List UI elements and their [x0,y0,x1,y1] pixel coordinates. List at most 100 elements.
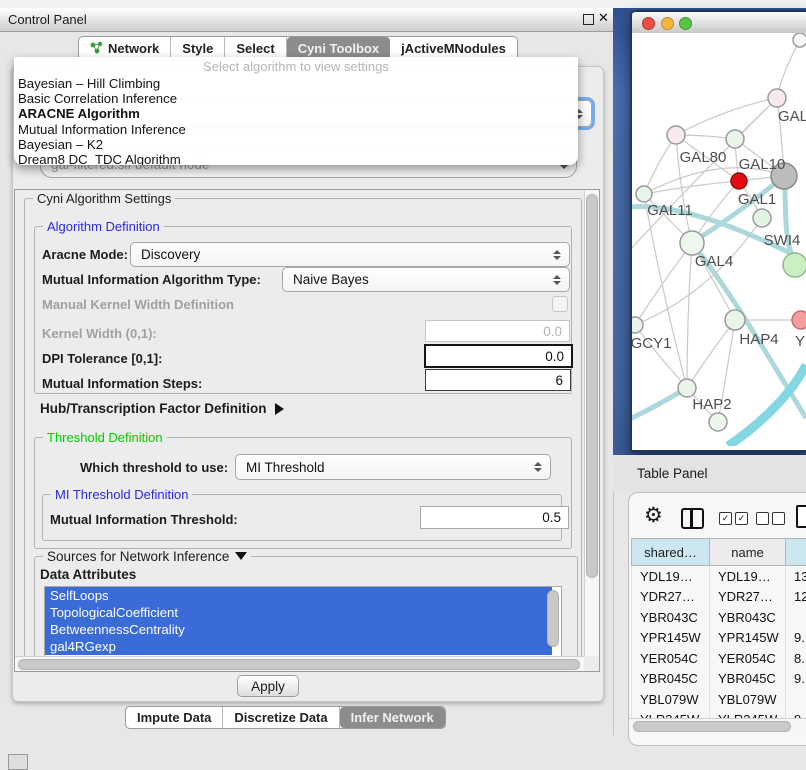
table-cell: YBR045C [632,669,710,690]
select-all-checkbox-icon[interactable]: ✓✓ [719,512,748,525]
docked-panel-icon[interactable] [8,754,28,770]
table-cell: YDL19… [632,566,710,587]
table-row[interactable]: YDR27…YDR27…12 [632,587,806,608]
tab-label: Style [182,41,213,56]
control-panel-titlebar [0,8,614,32]
node-label: HAP2 [692,396,731,413]
column-header[interactable] [786,539,806,566]
table-cell: YBR045C [710,669,786,690]
table-cell [786,689,806,710]
settings-hscrollbar-thumb[interactable] [18,659,580,670]
bottom-tabbar: Impute DataDiscretize DataInfer Network [125,706,446,729]
mi-type-combo[interactable]: Naive Bayes [282,267,570,292]
network-node-gcy1[interactable] [632,317,643,333]
hub-section-toggle[interactable]: Hub/Transcription Factor Definition [40,401,284,416]
table-row[interactable]: YDL19…YDL19…13 [632,566,806,587]
algorithm-option[interactable]: Mutual Information Inference [14,122,578,137]
sources-title[interactable]: Sources for Network Inference [43,549,251,564]
tab-discretize-data[interactable]: Discretize Data [223,707,339,728]
attribute-list-scrollbar[interactable] [547,590,559,647]
deselect-all-checkbox-icon[interactable] [756,512,785,525]
float-window-icon[interactable] [583,14,594,25]
table-cell [786,607,806,628]
table-cell: YBR043C [632,607,710,628]
attribute-item[interactable]: SelfLoops [45,587,552,604]
network-window-titlebar[interactable] [632,12,806,34]
column-header[interactable]: shared… [632,539,710,566]
group-title: Cyni Algorithm Settings [33,191,175,206]
aracne-mode-combo[interactable]: Discovery [130,242,570,267]
network-node-gal4[interactable] [680,231,704,255]
mi-steps-input[interactable]: 6 [425,369,571,391]
table-cell: YBL079W [632,689,710,710]
table-row[interactable]: YBR045CYBR045C9. [632,669,806,690]
network-node-gal11[interactable] [636,186,652,202]
data-attributes-label: Data Attributes [40,567,136,582]
combo-arrows-icon [550,275,564,285]
table-hscrollbar-thumb[interactable] [633,721,791,732]
node-label: GAL10 [739,156,786,173]
attribute-item[interactable]: BetweennessCentrality [45,621,552,638]
which-threshold-combo[interactable]: MI Threshold [235,454,551,480]
mi-type-label: Mutual Information Algorithm Type: [42,272,261,287]
network-node-gal1[interactable] [731,173,747,189]
close-icon[interactable]: ✕ [598,10,609,26]
which-threshold-label: Which threshold to use: [80,460,228,475]
mi-threshold-input[interactable]: 0.5 [420,506,569,529]
network-node-hap4[interactable] [725,310,745,330]
table-cell: 13 [786,566,806,587]
table-row[interactable]: YBR043CYBR043C [632,607,806,628]
node-label: HAP4 [739,331,778,348]
tab-infer-network[interactable]: Infer Network [340,707,445,728]
attribute-item[interactable]: gal4RGexp [45,638,552,655]
table-cell: YBR043C [710,607,786,628]
algorithm-option[interactable]: Basic Correlation Inference [14,91,578,106]
thick-edge [728,365,806,446]
network-node[interactable] [793,33,806,47]
close-light[interactable] [642,17,655,30]
combo-arrows-icon [550,250,564,260]
dpi-tolerance-label: DPI Tolerance [0,1]: [42,351,162,366]
threshold-definition-title: Threshold Definition [43,430,167,445]
network-node-hap2[interactable] [678,379,696,397]
table-row[interactable]: YPR145WYPR145W9. [632,628,806,649]
tab-impute-data[interactable]: Impute Data [126,707,223,728]
gear-icon[interactable]: ⚙ [644,506,663,526]
algorithm-option[interactable]: Bayesian – Hill Climbing [14,76,578,91]
network-icon [90,41,103,57]
manual-kernel-checkbox[interactable] [552,296,568,312]
algorithm-option[interactable]: Bayesian – K2 [14,137,578,152]
combo-arrows-icon [531,462,545,472]
node-label: GAL80 [680,149,727,166]
network-node[interactable] [783,253,806,277]
attribute-item[interactable]: TopologicalCoefficient [45,604,552,621]
table-row[interactable]: YBL079WYBL079W [632,689,806,710]
node-label: GAL1 [738,191,776,208]
settings-vscrollbar-thumb[interactable] [586,194,598,578]
network-node-gal10[interactable] [726,130,744,148]
manual-kernel-label: Manual Kernel Width Definition [42,297,234,312]
algorithm-dropdown-popup: Select algorithm to view settings Bayesi… [14,57,578,165]
table-cell: 8. [786,648,806,669]
file-icon[interactable] [796,505,806,528]
zoom-light[interactable] [679,17,692,30]
table-row[interactable]: YER054CYER054C8. [632,648,806,669]
algorithm-option[interactable]: ARACNE Algorithm [14,106,578,121]
network-node-gal[interactable] [768,89,786,107]
dpi-tolerance-input[interactable]: 0.0 [424,344,573,368]
algorithm-option[interactable]: Dream8 DC_TDC Algorithm [14,152,578,165]
tab-label: Cyni Toolbox [298,41,379,56]
minimize-light[interactable] [661,17,674,30]
network-node-y[interactable] [792,311,806,329]
kernel-width-input[interactable]: 0.0 [425,320,570,342]
apply-button[interactable]: Apply [237,675,299,697]
network-canvas[interactable]: GALGAL80GAL10GAL1GAL11SWI4GAL4GCY1HAP4YH… [632,33,806,446]
popup-header: Select algorithm to view settings [14,57,578,76]
algorithm-definition-title: Algorithm Definition [43,219,164,234]
node-label: GCY1 [632,335,671,352]
network-node-swi4[interactable] [753,209,771,227]
network-node-gal80[interactable] [667,126,685,144]
column-header[interactable]: name [710,539,786,566]
network-node[interactable] [709,413,727,431]
split-columns-icon[interactable] [681,508,704,529]
